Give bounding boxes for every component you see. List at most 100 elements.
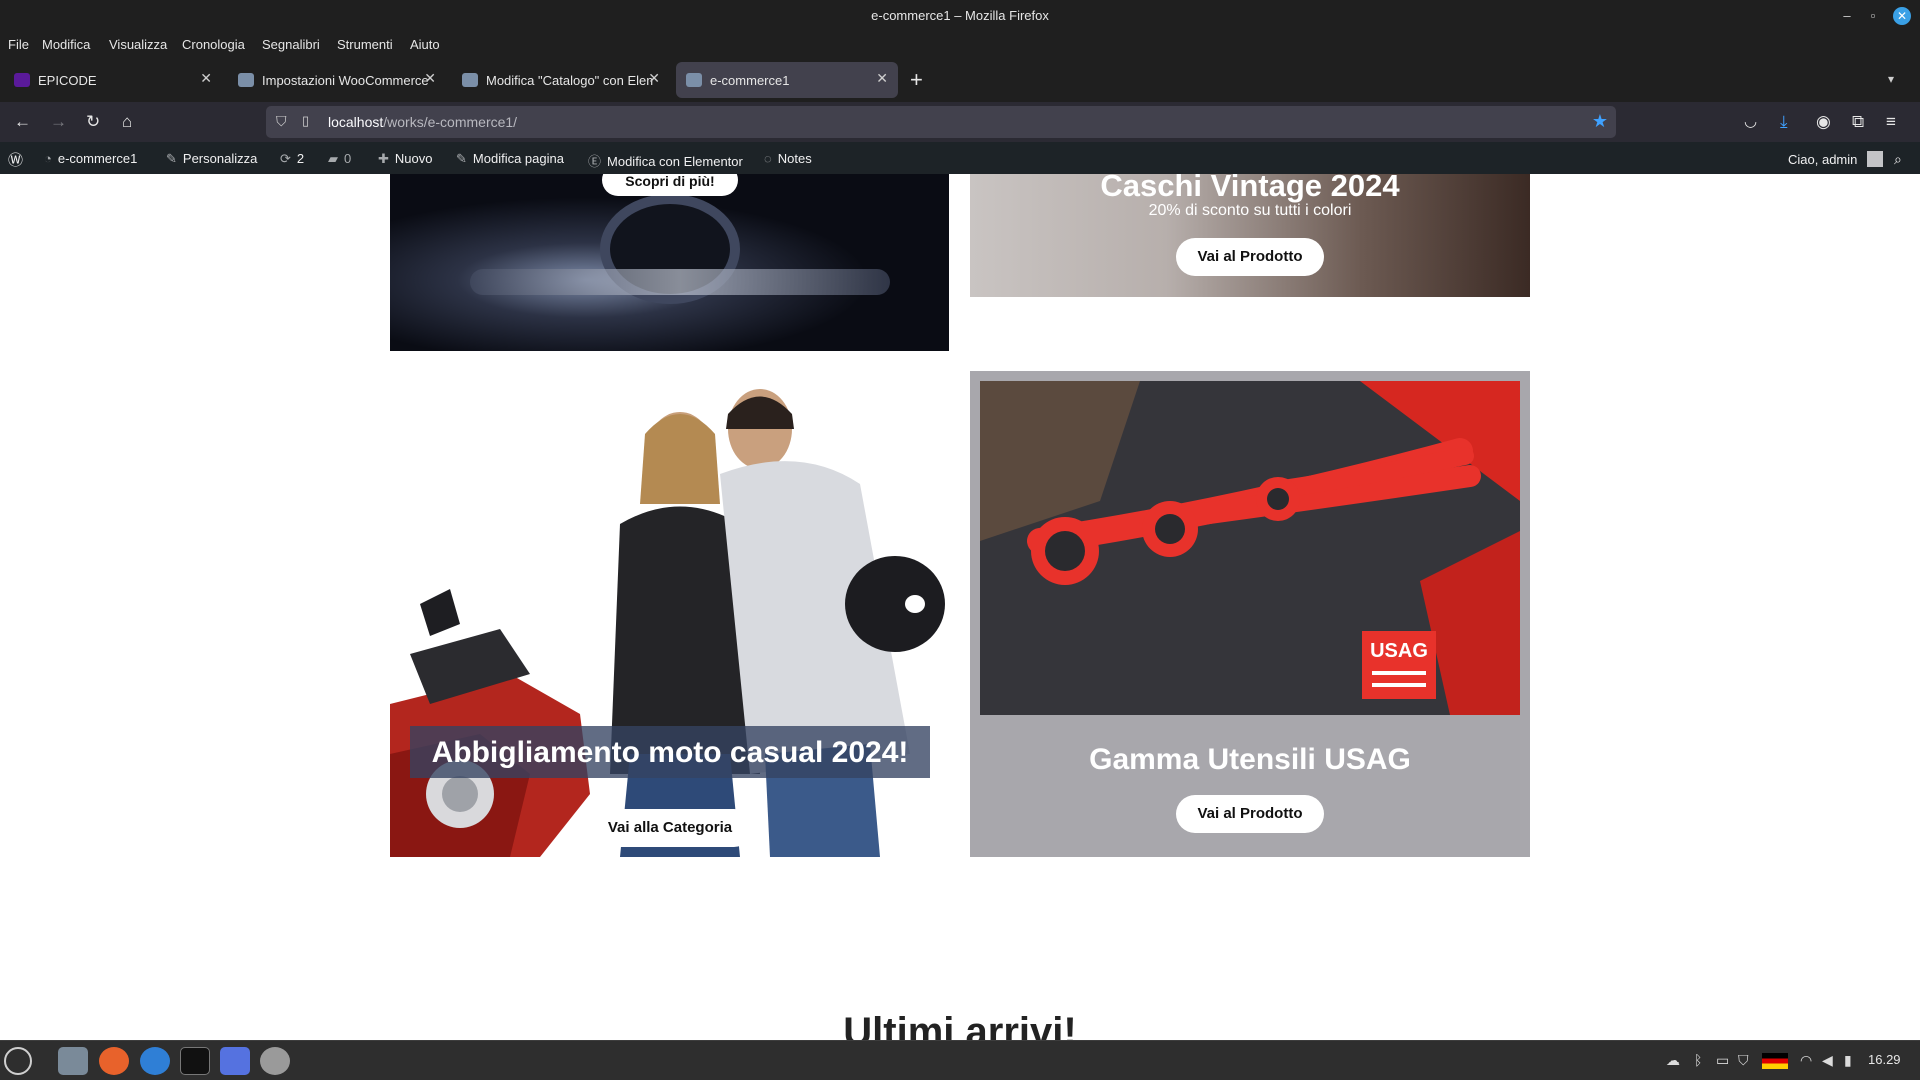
wp-site-link[interactable]: ◔ e-commerce1 bbox=[44, 151, 137, 166]
wp-new-link[interactable]: ✚ Nuovo bbox=[378, 151, 432, 167]
new-tab-icon[interactable]: + bbox=[910, 67, 923, 93]
helmets-product-button[interactable]: Vai al Prodotto bbox=[1176, 238, 1324, 276]
avatar bbox=[1867, 151, 1883, 167]
updates-icon: ⟳ bbox=[280, 151, 291, 166]
volume-icon[interactable]: ◀ bbox=[1822, 1052, 1833, 1069]
brush-icon: ✎ bbox=[166, 151, 177, 166]
plus-icon: ✚ bbox=[378, 151, 389, 166]
tab-woocommerce[interactable]: Impostazioni WooCommerce ✕ bbox=[228, 62, 446, 98]
file-manager-icon[interactable] bbox=[58, 1047, 88, 1075]
wp-notes-label: Notes bbox=[777, 151, 812, 166]
close-tab-icon[interactable]: ✕ bbox=[200, 70, 212, 87]
dashboard-icon: ◔ bbox=[44, 151, 52, 166]
usag-product-button[interactable]: Vai al Prodotto bbox=[1176, 795, 1324, 833]
wp-customize-label: Personalizza bbox=[182, 151, 258, 166]
close-tab-icon[interactable]: ✕ bbox=[424, 70, 436, 87]
keyboard-layout-flag-icon[interactable] bbox=[1762, 1053, 1788, 1069]
wp-elementor-link[interactable]: Ⓔ Modifica con Elementor bbox=[588, 151, 743, 170]
wordpress-logo-icon[interactable]: Ⓦ bbox=[8, 149, 23, 170]
menu-strumenti[interactable]: Strumenti bbox=[337, 37, 393, 52]
clock[interactable]: 16.29 bbox=[1868, 1052, 1901, 1067]
menu-aiuto[interactable]: Aiuto bbox=[410, 37, 440, 52]
helmets-title: Caschi Vintage 2024 bbox=[1100, 174, 1400, 203]
terminal-icon[interactable] bbox=[180, 1047, 210, 1075]
wp-greeting: Ciao, admin bbox=[1788, 152, 1858, 167]
menu-segnalibri[interactable]: Segnalibri bbox=[262, 37, 320, 52]
menu-cronologia[interactable]: Cronologia bbox=[182, 37, 245, 52]
tab-label: e-commerce1 bbox=[710, 73, 790, 88]
hamburger-menu-icon[interactable]: ≡ bbox=[1886, 112, 1896, 132]
shield-icon[interactable]: ⛉ bbox=[276, 113, 287, 130]
clothing-title: Abbigliamento moto casual 2024! bbox=[431, 736, 909, 769]
forward-icon[interactable]: → bbox=[50, 112, 67, 132]
tab-elementor[interactable]: Modifica "Catalogo" con Elementor ✕ bbox=[452, 62, 670, 98]
menu-modifica[interactable]: Modifica bbox=[42, 37, 90, 52]
go-to-category-button[interactable]: Vai alla Categoria bbox=[587, 809, 753, 847]
pocket-icon[interactable]: ◡ bbox=[1744, 112, 1757, 130]
url-text[interactable]: localhost/works/e-commerce1/ bbox=[328, 114, 517, 130]
wifi-icon[interactable]: ◠ bbox=[1800, 1052, 1812, 1069]
moto-banner-card: Scopri di più! bbox=[390, 174, 949, 351]
security-shield-icon[interactable]: ⛉ bbox=[1738, 1052, 1749, 1069]
minimize-icon[interactable]: – bbox=[1838, 7, 1856, 25]
extensions-icon[interactable]: ⧉ bbox=[1852, 112, 1864, 132]
site-favicon-icon bbox=[238, 73, 254, 87]
elementor-icon: Ⓔ bbox=[588, 154, 602, 169]
bluetooth-icon[interactable]: ᛒ bbox=[1694, 1052, 1702, 1068]
settings-icon[interactable] bbox=[260, 1047, 290, 1075]
close-tab-icon[interactable]: ✕ bbox=[648, 70, 660, 87]
helmets-promo-card: Caschi Vintage 2024 20% di sconto su tut… bbox=[970, 174, 1530, 297]
back-icon[interactable]: ← bbox=[14, 112, 31, 132]
window-title: e-commerce1 – Mozilla Firefox bbox=[871, 8, 1049, 23]
pencil-icon: ✎ bbox=[456, 151, 467, 166]
reload-icon[interactable]: ↻ bbox=[86, 112, 100, 132]
discord-icon[interactable]: ☁ bbox=[1666, 1052, 1680, 1069]
discover-more-button[interactable]: Scopri di più! bbox=[602, 174, 738, 196]
close-tab-icon[interactable]: ✕ bbox=[876, 70, 888, 87]
wp-elementor-label: Modifica con Elementor bbox=[607, 154, 743, 169]
address-bar[interactable]: ⛉ ▯ localhost/works/e-commerce1/ ★ bbox=[266, 106, 1616, 138]
wp-customize-link[interactable]: ✎ Personalizza bbox=[166, 151, 257, 167]
home-icon[interactable]: ⌂ bbox=[122, 112, 132, 132]
page-icon[interactable]: ▯ bbox=[302, 113, 309, 129]
battery-icon[interactable]: ▮ bbox=[1844, 1052, 1852, 1069]
wp-edit-page-link[interactable]: ✎ Modifica pagina bbox=[456, 151, 564, 167]
download-icon[interactable]: ⤓ bbox=[1780, 112, 1788, 132]
usag-ratchets-image: USAG bbox=[980, 381, 1520, 715]
wp-notes-link[interactable]: ◌ Notes bbox=[764, 151, 812, 166]
wp-account-link[interactable]: Ciao, admin bbox=[1788, 151, 1883, 167]
menu-visualizza[interactable]: Visualizza bbox=[109, 37, 167, 52]
maximize-icon[interactable]: ▫ bbox=[1864, 7, 1882, 25]
riders-motorcycle-image bbox=[390, 389, 945, 857]
screenshot-tool-icon[interactable] bbox=[220, 1047, 250, 1075]
clothing-category-card: Abbigliamento moto casual 2024! Vai alla… bbox=[390, 374, 949, 857]
url-path: /works/e-commerce1/ bbox=[383, 114, 518, 130]
clipboard-icon[interactable]: ▭ bbox=[1716, 1052, 1729, 1069]
thunderbird-icon[interactable] bbox=[140, 1047, 170, 1075]
clothing-title-band: Abbigliamento moto casual 2024! bbox=[410, 726, 930, 778]
close-window-icon[interactable]: ✕ bbox=[1893, 7, 1911, 25]
site-favicon-icon bbox=[686, 73, 702, 87]
tab-label: Impostazioni WooCommerce bbox=[262, 73, 429, 88]
search-icon[interactable]: ⌕ bbox=[1894, 151, 1902, 168]
bookmark-star-icon[interactable]: ★ bbox=[1592, 111, 1608, 132]
wp-comments-link[interactable]: ▰ 0 bbox=[328, 151, 351, 167]
start-menu-icon[interactable] bbox=[4, 1047, 32, 1075]
usag-logo-text: USAG bbox=[1370, 640, 1428, 662]
menu-file[interactable]: File bbox=[8, 37, 29, 52]
wp-edit-page-label: Modifica pagina bbox=[472, 151, 564, 166]
wp-admin-bar: Ⓦ ◔ e-commerce1 ✎ Personalizza ⟳ 2 ▰ 0 ✚ Nuov… bbox=[0, 142, 1920, 174]
tab-ecommerce1[interactable]: e-commerce1 ✕ bbox=[676, 62, 898, 98]
window-titlebar: e-commerce1 – Mozilla Firefox – ▫ ✕ bbox=[0, 0, 1920, 32]
firefox-icon[interactable] bbox=[99, 1047, 129, 1075]
usag-title: Gamma Utensili USAG bbox=[1089, 743, 1411, 776]
tab-label: EPICODE bbox=[38, 73, 97, 88]
latest-arrivals-heading: Ultimi arrivi! bbox=[843, 1010, 1077, 1040]
wp-new-label: Nuovo bbox=[394, 151, 433, 166]
menubar: File Modifica Visualizza Cronologia Segn… bbox=[0, 32, 1920, 58]
tab-epicode[interactable]: EPICODE ✕ bbox=[4, 62, 222, 98]
chevron-down-icon[interactable]: ▾ bbox=[1888, 72, 1894, 86]
account-icon[interactable]: ◉ bbox=[1816, 112, 1831, 132]
url-host: localhost bbox=[328, 114, 384, 130]
wp-updates-link[interactable]: ⟳ 2 bbox=[280, 151, 304, 167]
